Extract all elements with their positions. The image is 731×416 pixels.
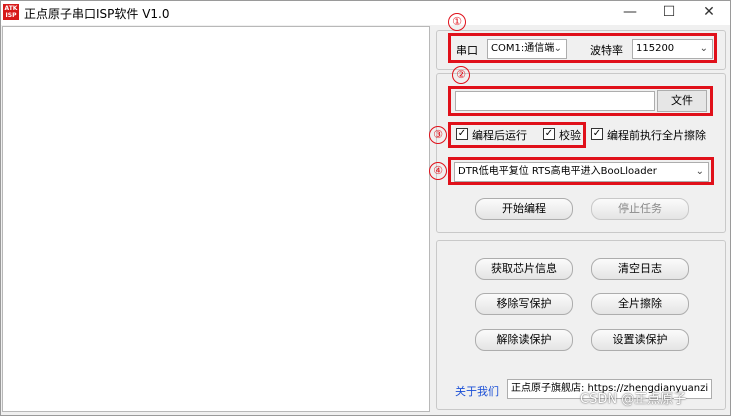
close-button[interactable]: ✕: [691, 1, 727, 25]
file-button[interactable]: 文件: [657, 90, 707, 112]
erase-before-label: 编程前执行全片擦除: [607, 129, 706, 142]
chevron-down-icon: ⌄: [695, 166, 704, 177]
port-value: COM1:通信端: [491, 43, 555, 54]
marker-1: ①: [448, 13, 466, 31]
log-output-area[interactable]: [2, 26, 430, 412]
remove-write-protect-button[interactable]: 移除写保护: [475, 293, 573, 315]
full-erase-button[interactable]: 全片擦除: [591, 293, 689, 315]
set-read-protect-button[interactable]: 设置读保护: [591, 329, 689, 351]
verify-checkbox[interactable]: ✓: [543, 128, 555, 140]
minimize-button[interactable]: —: [612, 1, 648, 25]
baud-label: 波特率: [590, 44, 623, 57]
baud-value: 115200: [636, 43, 675, 54]
window-title: 正点原子串口ISP软件 V1.0: [24, 7, 170, 21]
file-path-input[interactable]: [455, 91, 655, 111]
chevron-down-icon: ⌄: [553, 43, 562, 54]
port-select[interactable]: COM1:通信端 ⌄: [487, 39, 567, 59]
get-chip-info-button[interactable]: 获取芯片信息: [475, 258, 573, 280]
stop-task-button[interactable]: 停止任务: [591, 198, 689, 220]
port-label: 串口: [456, 44, 478, 57]
verify-label: 校验: [559, 129, 581, 142]
app-logo-icon: ATK ISP: [3, 4, 19, 20]
boot-mode-value: DTR低电平复位 RTS高电平进入BooLloader: [458, 166, 657, 177]
run-after-program-checkbox[interactable]: ✓: [456, 128, 468, 140]
chevron-down-icon: ⌄: [699, 43, 708, 54]
marker-2: ②: [452, 66, 470, 84]
baud-select[interactable]: 115200 ⌄: [632, 39, 713, 59]
maximize-button[interactable]: ☐: [651, 1, 687, 25]
remove-read-protect-button[interactable]: 解除读保护: [475, 329, 573, 351]
about-us-link[interactable]: 关于我们: [455, 383, 499, 399]
start-program-button[interactable]: 开始编程: [475, 198, 573, 220]
watermark-text: CSDN @正点原子: [580, 392, 687, 407]
marker-4: ④: [429, 162, 447, 180]
marker-3: ③: [429, 126, 447, 144]
run-after-program-label: 编程后运行: [472, 129, 527, 142]
clear-log-button[interactable]: 清空日志: [591, 258, 689, 280]
erase-before-checkbox[interactable]: ✓: [591, 128, 603, 140]
boot-mode-select[interactable]: DTR低电平复位 RTS高电平进入BooLloader ⌄: [454, 162, 709, 182]
